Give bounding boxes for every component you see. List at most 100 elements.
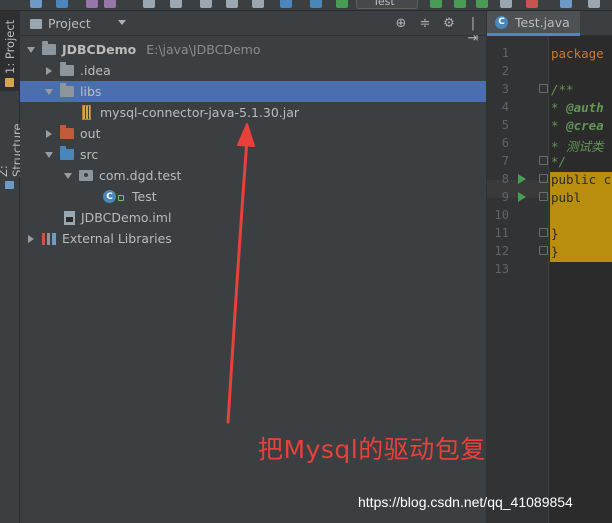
editor-tab-label: Test.java [515,14,570,30]
tree-node-external-libraries[interactable]: External Libraries [20,228,486,249]
package-icon [79,170,93,181]
tree-node-label: JDBCDemo.iml [81,210,172,225]
line-number: 11 [494,226,509,240]
redo-icon[interactable] [104,0,116,8]
expand-arrow-icon[interactable] [44,150,54,160]
editor-tab-bar: C Test.java [487,11,612,36]
project-tool-tab-label: 1: Project [3,19,17,74]
tree-node-jdbcdemo[interactable]: JDBCDemo E:\java\JDBCDemo [20,39,486,60]
project-tool-tab[interactable]: 1: Project [0,11,20,91]
expand-arrow-icon[interactable] [26,45,36,55]
project-view-selector[interactable]: Project [30,16,91,31]
run-class-icon[interactable] [518,174,526,184]
folder-icon [30,18,42,29]
tree-node-package[interactable]: com.dgd.test [20,165,486,186]
forward-icon[interactable] [310,0,322,8]
tree-node-label: .idea [80,63,111,78]
undo-icon[interactable] [86,0,98,8]
editor-tab-test-java[interactable]: C Test.java [487,11,580,36]
back-icon[interactable] [280,0,292,8]
expand-arrow-icon[interactable] [63,171,73,181]
replace-icon[interactable] [252,0,264,8]
line-number: 6 [501,136,509,150]
line-number: 7 [501,154,509,168]
source-folder-icon [60,146,74,160]
collapse-arrow-icon[interactable] [44,66,54,76]
expand-arrow-icon[interactable] [44,87,54,97]
chevron-down-icon[interactable] [118,20,126,25]
line-number: 2 [501,64,509,78]
code-line-1[interactable]: package c [551,46,612,61]
structure-tab-icon [5,181,15,189]
tree-node-mysql-jar[interactable]: mysql-connector-java-5.1.30.jar [20,102,486,123]
collapse-arrow-icon[interactable] [44,129,54,139]
jar-archive-icon [82,105,91,120]
copy-icon[interactable] [170,0,182,8]
main-toolbar: Test [0,0,612,11]
tree-node-idea[interactable]: .idea [20,60,486,81]
find-icon[interactable] [226,0,238,8]
tree-node-label: Test [132,189,157,204]
java-class-icon: C [495,15,508,29]
collapse-arrow-icon[interactable] [26,234,36,244]
tree-node-libs[interactable]: libs [20,81,486,102]
tree-node-label: src [80,147,99,162]
folder-icon [60,83,74,97]
code-line-3[interactable]: /** [551,82,574,97]
line-number: 1 [501,46,509,60]
excluded-folder-icon [60,125,74,139]
module-folder-icon [42,41,56,55]
line-number: 8 [501,172,509,186]
paste-icon[interactable] [200,0,212,8]
line-number: 9 [501,190,509,204]
code-editor: C Test.java 1 2 3 4 5 6 7 8 9 10 11 12 1… [486,11,612,523]
code-line-8[interactable]: public c [551,172,611,187]
code-line-7[interactable]: */ [551,154,566,169]
code-line-12[interactable]: } [551,244,559,259]
code-line-6[interactable]: * 测试类 [551,136,604,155]
tree-node-out[interactable]: out [20,123,486,144]
code-line-4[interactable]: * @auth [551,100,604,115]
fold-marker-icon[interactable] [539,246,548,255]
tree-node-label: out [80,126,101,141]
fold-marker-icon[interactable] [539,156,548,165]
build-icon[interactable] [336,0,348,8]
line-number: 12 [494,244,509,258]
tree-node-test-class[interactable]: C Test [20,186,486,207]
watermark: https://blog.csdn.net/qq_41089854 [358,494,573,510]
code-line-11[interactable]: } [551,226,559,241]
fold-marker-icon[interactable] [539,192,548,201]
project-tab-icon [5,78,15,87]
run-config-selector[interactable]: Test [356,0,418,9]
structure-tool-tab[interactable]: Z: Structure [0,113,24,193]
tree-node-label: mysql-connector-java-5.1.30.jar [100,105,300,120]
tree-node-label: External Libraries [62,231,172,246]
run-icon[interactable] [430,0,442,8]
fold-marker-icon[interactable] [539,84,548,93]
fold-marker-icon[interactable] [539,174,548,183]
coverage-icon[interactable] [476,0,488,8]
stop-icon[interactable] [526,0,538,8]
left-tool-strip: 1: Project Z: Structure [0,11,24,523]
code-line-9[interactable]: publ [551,190,581,205]
tree-node-iml[interactable]: JDBCDemo.iml [20,207,486,228]
fold-marker-icon[interactable] [539,228,548,237]
settings-icon[interactable] [588,0,600,8]
structure-icon[interactable] [560,0,572,8]
tree-node-path: E:\java\JDBCDemo [146,42,261,57]
tree-node-src[interactable]: src [20,144,486,165]
save-icon[interactable] [30,0,42,8]
code-line-5[interactable]: * @crea [551,118,604,133]
line-number: 10 [494,208,509,222]
project-panel-title: Project [48,16,91,31]
run-main-icon[interactable] [518,192,526,202]
debug-icon[interactable] [454,0,466,8]
cut-icon[interactable] [143,0,155,8]
tree-node-label: JDBCDemo [62,42,137,57]
editor-gutter: 1 2 3 4 5 6 7 8 9 10 11 12 13 [487,36,549,523]
profile-icon[interactable] [500,0,512,8]
folder-icon [60,62,74,76]
line-number: 5 [501,118,509,132]
project-panel-header: Project ⊕ ≑ ⚙ |⇥ [20,11,486,46]
sync-icon[interactable] [56,0,68,8]
